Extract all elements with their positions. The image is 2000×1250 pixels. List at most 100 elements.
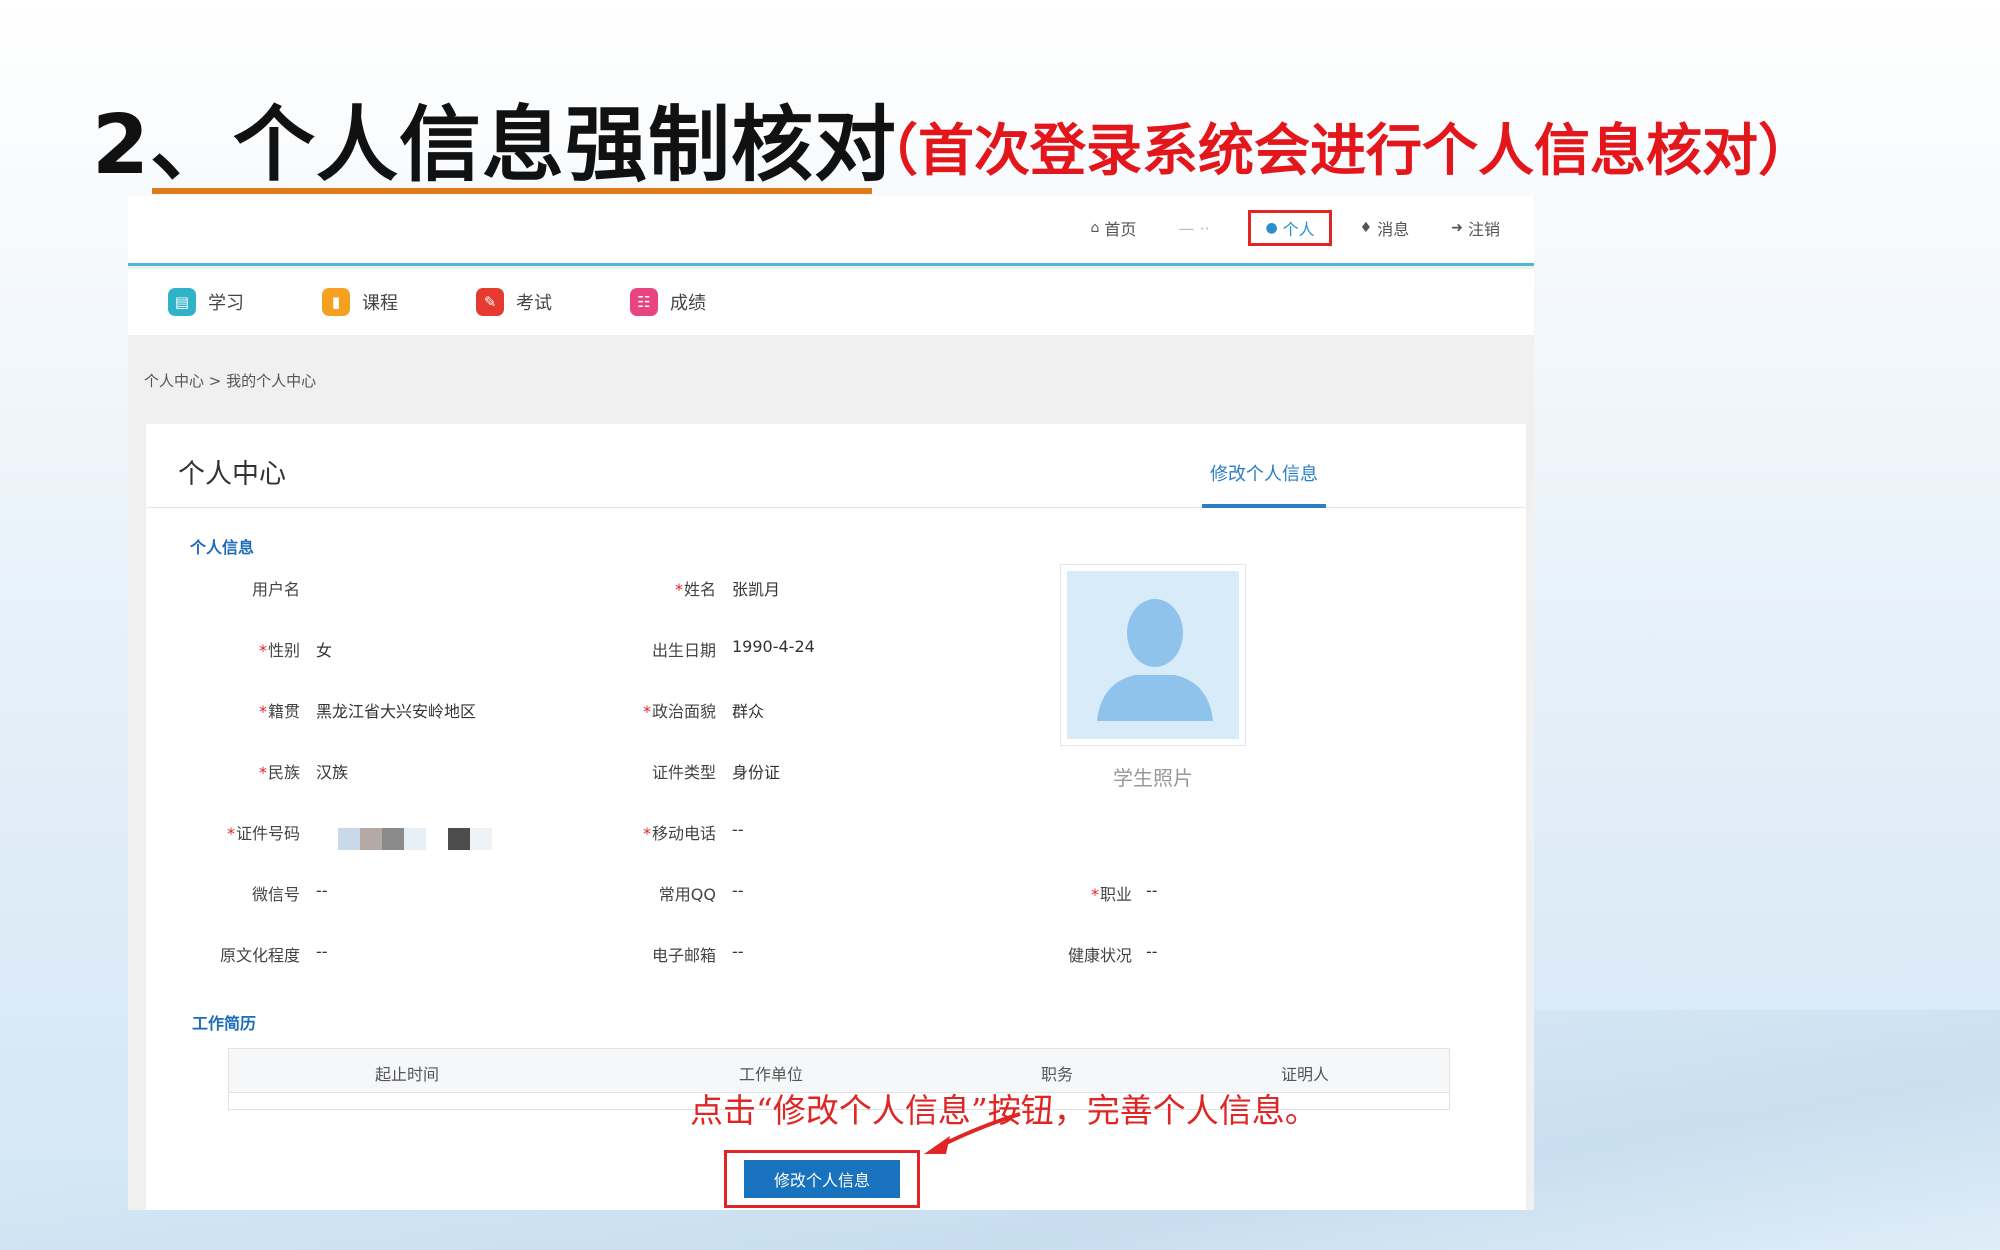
label-text: 微信号: [251, 885, 300, 904]
photo-caption: 学生照片: [1113, 766, 1193, 790]
label-text: 姓名: [683, 580, 716, 599]
field-value-mobile: --: [732, 820, 744, 839]
field-label-political: *政治面貌: [566, 698, 716, 722]
arrow-icon: [924, 1112, 1021, 1154]
redacted-mark: — ··: [1178, 218, 1210, 238]
nav-item-study[interactable]: ▤ 学习: [168, 288, 244, 316]
mask-block: [404, 828, 426, 850]
mask-block: [470, 828, 492, 850]
nav-item-label: 课程: [362, 293, 398, 314]
label-text: 出生日期: [651, 641, 716, 660]
mask-block: [338, 828, 360, 850]
field-value-education: --: [316, 942, 328, 961]
field-value-wechat: --: [316, 881, 328, 900]
button-highlight-frame: 修改个人信息: [724, 1150, 920, 1208]
column-header: 起止时间: [375, 1065, 440, 1084]
field-label-birthdate: 出生日期: [566, 637, 716, 661]
label-text: 证件号码: [235, 824, 300, 843]
required-mark: *: [226, 824, 235, 843]
mask-block: [360, 828, 382, 850]
person-silhouette-icon: [1097, 599, 1213, 721]
top-link-home[interactable]: ⌂ 首页: [1077, 210, 1151, 246]
field-value-name: 张凯月: [732, 580, 781, 599]
label-text: 常用QQ: [658, 885, 716, 904]
field-label-username: 用户名: [206, 576, 300, 600]
field-label-health: 健康状况: [996, 942, 1132, 966]
label-text: 民族: [267, 763, 300, 782]
section-work-history: 工作简历: [192, 1014, 257, 1033]
bell-icon: ♦: [1359, 220, 1373, 236]
column-header: 证明人: [1281, 1065, 1330, 1084]
field-value-gender: 女: [316, 641, 333, 660]
top-link-logout[interactable]: ➜ 注销: [1437, 210, 1514, 246]
label-text: 性别: [267, 641, 300, 660]
label-text: 证件类型: [651, 763, 716, 782]
field-label-mobile: *移动电话: [566, 820, 716, 844]
required-mark: *: [258, 763, 267, 782]
field-label-education: 原文化程度: [186, 942, 300, 966]
page-title: 个人中心: [178, 459, 286, 490]
mask-block: [448, 828, 470, 850]
card-header: 个人中心 修改个人信息: [146, 424, 1526, 508]
label-text: 职业: [1099, 885, 1132, 904]
top-link-redacted: — ··: [1164, 210, 1234, 246]
top-link-label: 注销: [1467, 220, 1500, 239]
tab-edit-personal-info[interactable]: 修改个人信息: [1202, 460, 1326, 508]
nav-item-grade[interactable]: ☷ 成绩: [630, 288, 706, 316]
nav-item-course[interactable]: ▮ 课程: [322, 288, 398, 316]
section-personal-info: 个人信息: [190, 538, 255, 557]
screenshot-panel: ⌂ 首页 — ·· ● 个人 ♦ 消息 ➜ 注销 ▤ 学习 ▮ 课程 ✎ 考试 …: [128, 196, 1534, 1210]
field-label-ethnicity: *民族: [206, 759, 300, 783]
top-link-label: 消息: [1377, 220, 1410, 239]
field-value-birthdate: 1990-4-24: [732, 637, 815, 656]
top-link-messages[interactable]: ♦ 消息: [1346, 210, 1424, 246]
slide-title: 2、个人信息强制核对: [92, 98, 898, 193]
mask-block: [426, 828, 448, 850]
field-label-name: *姓名: [566, 576, 716, 600]
field-label-email: 电子邮箱: [566, 942, 716, 966]
edit-personal-info-button[interactable]: 修改个人信息: [744, 1160, 900, 1198]
top-links: ⌂ 首页 — ·· ● 个人 ♦ 消息 ➜ 注销: [1063, 210, 1514, 246]
title-underline: [152, 188, 872, 194]
label-text: 政治面貌: [651, 702, 716, 721]
field-label-gender: *性别: [206, 637, 300, 661]
top-link-personal[interactable]: ● 个人: [1248, 210, 1332, 246]
breadcrumb: 个人中心 > 我的个人中心: [144, 372, 317, 390]
label-text: 电子邮箱: [651, 946, 716, 965]
required-mark: *: [1090, 885, 1099, 904]
exam-icon: ✎: [476, 288, 504, 316]
nav-item-exam[interactable]: ✎ 考试: [476, 288, 552, 316]
slide-subtitle: （首次登录系统会进行个人信息核对）: [862, 119, 1814, 184]
label-text: 原文化程度: [219, 946, 300, 965]
home-icon: ⌂: [1090, 220, 1100, 236]
field-value-qq: --: [732, 881, 744, 900]
user-icon: ●: [1265, 220, 1278, 236]
main-nav: ▤ 学习 ▮ 课程 ✎ 考试 ☷ 成绩: [128, 269, 1534, 335]
id-number-masked: [338, 828, 492, 850]
field-value-email: --: [732, 942, 744, 961]
required-mark: *: [674, 580, 683, 599]
label-text: 健康状况: [1067, 946, 1132, 965]
field-value-id-type: 身份证: [732, 763, 781, 782]
student-photo: [1060, 564, 1246, 746]
column-header: 工作单位: [739, 1065, 804, 1084]
top-link-label: 个人: [1282, 220, 1315, 239]
label-text: 籍贯: [267, 702, 300, 721]
nav-item-label: 成绩: [670, 293, 706, 314]
required-mark: *: [642, 702, 651, 721]
required-mark: *: [258, 641, 267, 660]
field-label-native-place: *籍贯: [206, 698, 300, 722]
top-bar: ⌂ 首页 — ·· ● 个人 ♦ 消息 ➜ 注销: [128, 196, 1534, 266]
field-label-id-type: 证件类型: [566, 759, 716, 783]
label-text: 移动电话: [651, 824, 716, 843]
nav-item-label: 学习: [208, 293, 244, 314]
field-value-ethnicity: 汉族: [316, 763, 349, 782]
field-value-health: --: [1146, 942, 1158, 961]
field-label-occupation: *职业: [996, 881, 1132, 905]
label-text: 用户名: [251, 580, 300, 599]
field-value-occupation: --: [1146, 881, 1158, 900]
mask-block: [382, 828, 404, 850]
course-icon: ▮: [322, 288, 350, 316]
field-value-political: 群众: [732, 702, 765, 721]
field-label-qq: 常用QQ: [566, 881, 716, 905]
